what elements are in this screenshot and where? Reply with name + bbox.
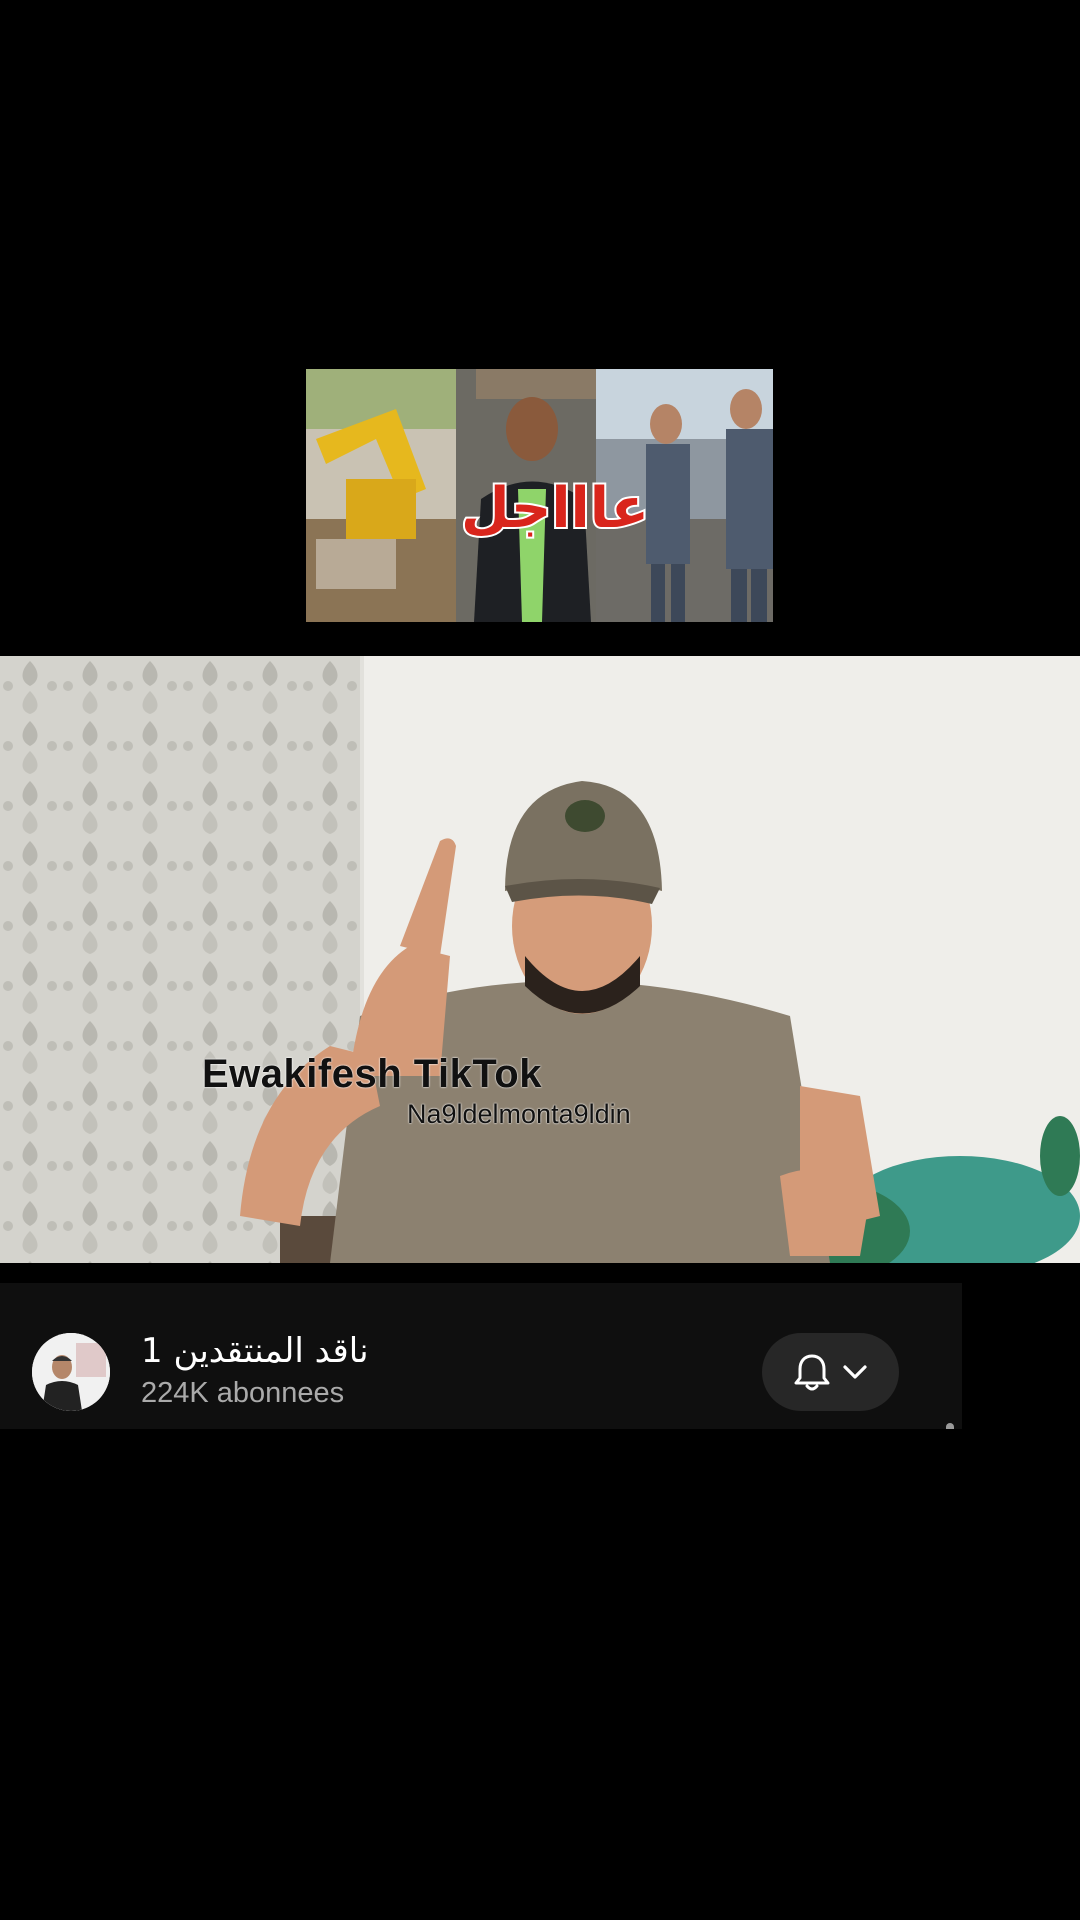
subscriber-count: 224K abonnees	[141, 1377, 345, 1409]
video-frame	[0, 656, 1080, 1263]
video-player[interactable]: Ewakifesh TikTok Na9ldelmonta9ldin	[0, 656, 1080, 1263]
chevron-down-icon	[842, 1364, 868, 1380]
bell-icon	[794, 1352, 830, 1392]
channel-avatar[interactable]	[32, 1333, 110, 1411]
tiktok-username-watermark: Na9ldelmonta9ldin	[407, 1099, 631, 1129]
avatar-image	[32, 1333, 110, 1411]
channel-bar: ناقد المنتقدين 1 224K abonnees	[0, 1283, 962, 1429]
thumbnail-title: عاااجل	[459, 476, 651, 541]
tiktok-watermark: Ewakifesh TikTok	[202, 1052, 542, 1096]
channel-name[interactable]: ناقد المنتقدين 1	[141, 1331, 369, 1371]
scroll-indicator	[946, 1423, 954, 1429]
video-thumbnail[interactable]: عاااجل	[306, 369, 773, 622]
notification-subscribe-button[interactable]	[762, 1333, 899, 1411]
